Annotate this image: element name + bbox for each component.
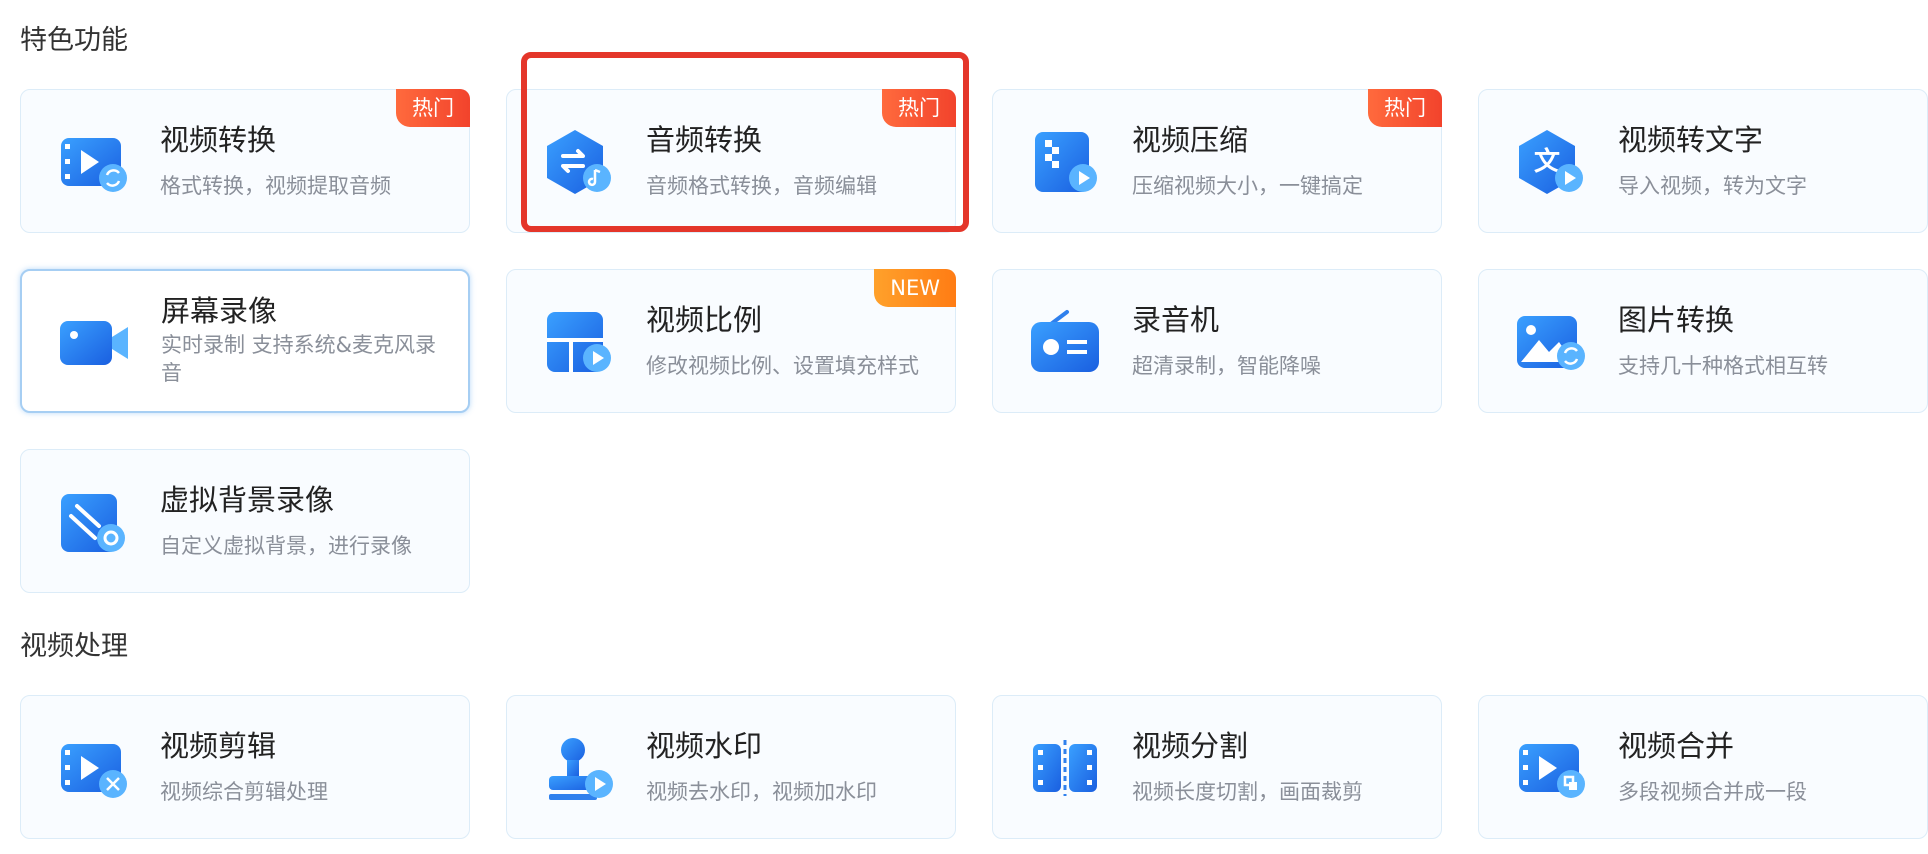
card-title: 视频转换 (160, 123, 277, 157)
card-title: 视频分割 (1132, 729, 1249, 763)
card-title: 视频水印 (646, 729, 763, 763)
card-title: 虚拟背景录像 (160, 483, 335, 517)
tools-page: 特色功能 视频转换 格式转换，视频提取音频 热门 音频转换 音频格式转换，音频编… (0, 0, 1928, 854)
video-processing-grid: 视频剪辑 视频综合剪辑处理 视频水印 视频去水印，视频加水印 视频分割 视频长度… (20, 695, 1928, 839)
video-compress-icon (1035, 132, 1097, 192)
section-title-featured: 特色功能 (20, 25, 128, 56)
video-watermark-icon (549, 738, 613, 800)
card-desc: 实时录制 支持系统&麦克风录音 (161, 333, 437, 385)
card-image-convert[interactable]: 图片转换 支持几十种格式相互转 (1478, 269, 1928, 413)
card-recorder[interactable]: 录音机 超清录制，智能降噪 (992, 269, 1442, 413)
hot-badge: 热门 (882, 89, 956, 127)
card-title: 屏幕录像 (161, 294, 278, 328)
card-desc: 超清录制，智能降噪 (1132, 354, 1321, 378)
card-title: 视频比例 (646, 303, 763, 337)
card-desc: 视频综合剪辑处理 (160, 780, 328, 804)
card-title: 视频剪辑 (160, 729, 277, 763)
hot-badge: 热门 (1368, 89, 1442, 127)
video-edit-icon (61, 744, 127, 798)
hot-badge: 热门 (396, 89, 470, 127)
card-title: 音频转换 (646, 123, 763, 157)
card-video-edit[interactable]: 视频剪辑 视频综合剪辑处理 (20, 695, 470, 839)
video-split-icon (1033, 740, 1097, 796)
screen-record-icon (60, 321, 128, 365)
card-video-watermark[interactable]: 视频水印 视频去水印，视频加水印 (506, 695, 956, 839)
image-convert-icon (1517, 316, 1585, 370)
card-desc: 视频长度切割，画面裁剪 (1132, 780, 1363, 804)
card-video-compress[interactable]: 视频压缩 压缩视频大小，一键搞定 热门 (992, 89, 1442, 233)
card-audio-convert[interactable]: 音频转换 音频格式转换，音频编辑 热门 (506, 52, 969, 233)
recorder-icon (1031, 310, 1099, 372)
audio-convert-icon (547, 130, 611, 194)
video-merge-icon (1519, 744, 1585, 798)
featured-grid: 视频转换 格式转换，视频提取音频 热门 音频转换 音频格式转换，音频编辑 热门 (20, 52, 1928, 593)
card-video-split[interactable]: 视频分割 视频长度切割，画面裁剪 (992, 695, 1442, 839)
card-desc: 修改视频比例、设置填充样式 (646, 354, 919, 378)
card-title: 录音机 (1132, 303, 1220, 337)
card-video-convert[interactable]: 视频转换 格式转换，视频提取音频 热门 (20, 89, 470, 233)
card-desc: 支持几十种格式相互转 (1618, 354, 1828, 378)
card-desc: 音频格式转换，音频编辑 (646, 174, 877, 198)
virtual-background-icon (61, 494, 125, 552)
card-title: 视频合并 (1618, 729, 1735, 763)
card-title: 图片转换 (1618, 303, 1735, 337)
card-video-merge[interactable]: 视频合并 多段视频合并成一段 (1478, 695, 1928, 839)
card-desc: 自定义虚拟背景，进行录像 (160, 534, 412, 558)
video-convert-icon (61, 138, 127, 192)
video-ratio-icon (547, 312, 611, 372)
card-desc: 多段视频合并成一段 (1618, 780, 1807, 804)
card-screen-record[interactable]: 屏幕录像 实时录制 支持系统&麦克风录音 (20, 269, 470, 413)
card-desc: 视频去水印，视频加水印 (646, 780, 877, 804)
section-title-video-processing: 视频处理 (20, 631, 128, 662)
card-title: 视频压缩 (1132, 123, 1249, 157)
card-desc: 压缩视频大小，一键搞定 (1132, 174, 1363, 198)
new-badge: NEW (874, 269, 956, 307)
video-to-text-icon: 文 (1519, 130, 1583, 194)
card-virtual-background[interactable]: 虚拟背景录像 自定义虚拟背景，进行录像 (20, 449, 470, 593)
card-video-ratio[interactable]: 视频比例 修改视频比例、设置填充样式 NEW (506, 269, 956, 413)
card-video-to-text[interactable]: 文 视频转文字 导入视频，转为文字 (1478, 89, 1928, 233)
card-title: 视频转文字 (1618, 123, 1764, 157)
card-desc: 格式转换，视频提取音频 (160, 174, 391, 198)
card-desc: 导入视频，转为文字 (1618, 174, 1807, 198)
